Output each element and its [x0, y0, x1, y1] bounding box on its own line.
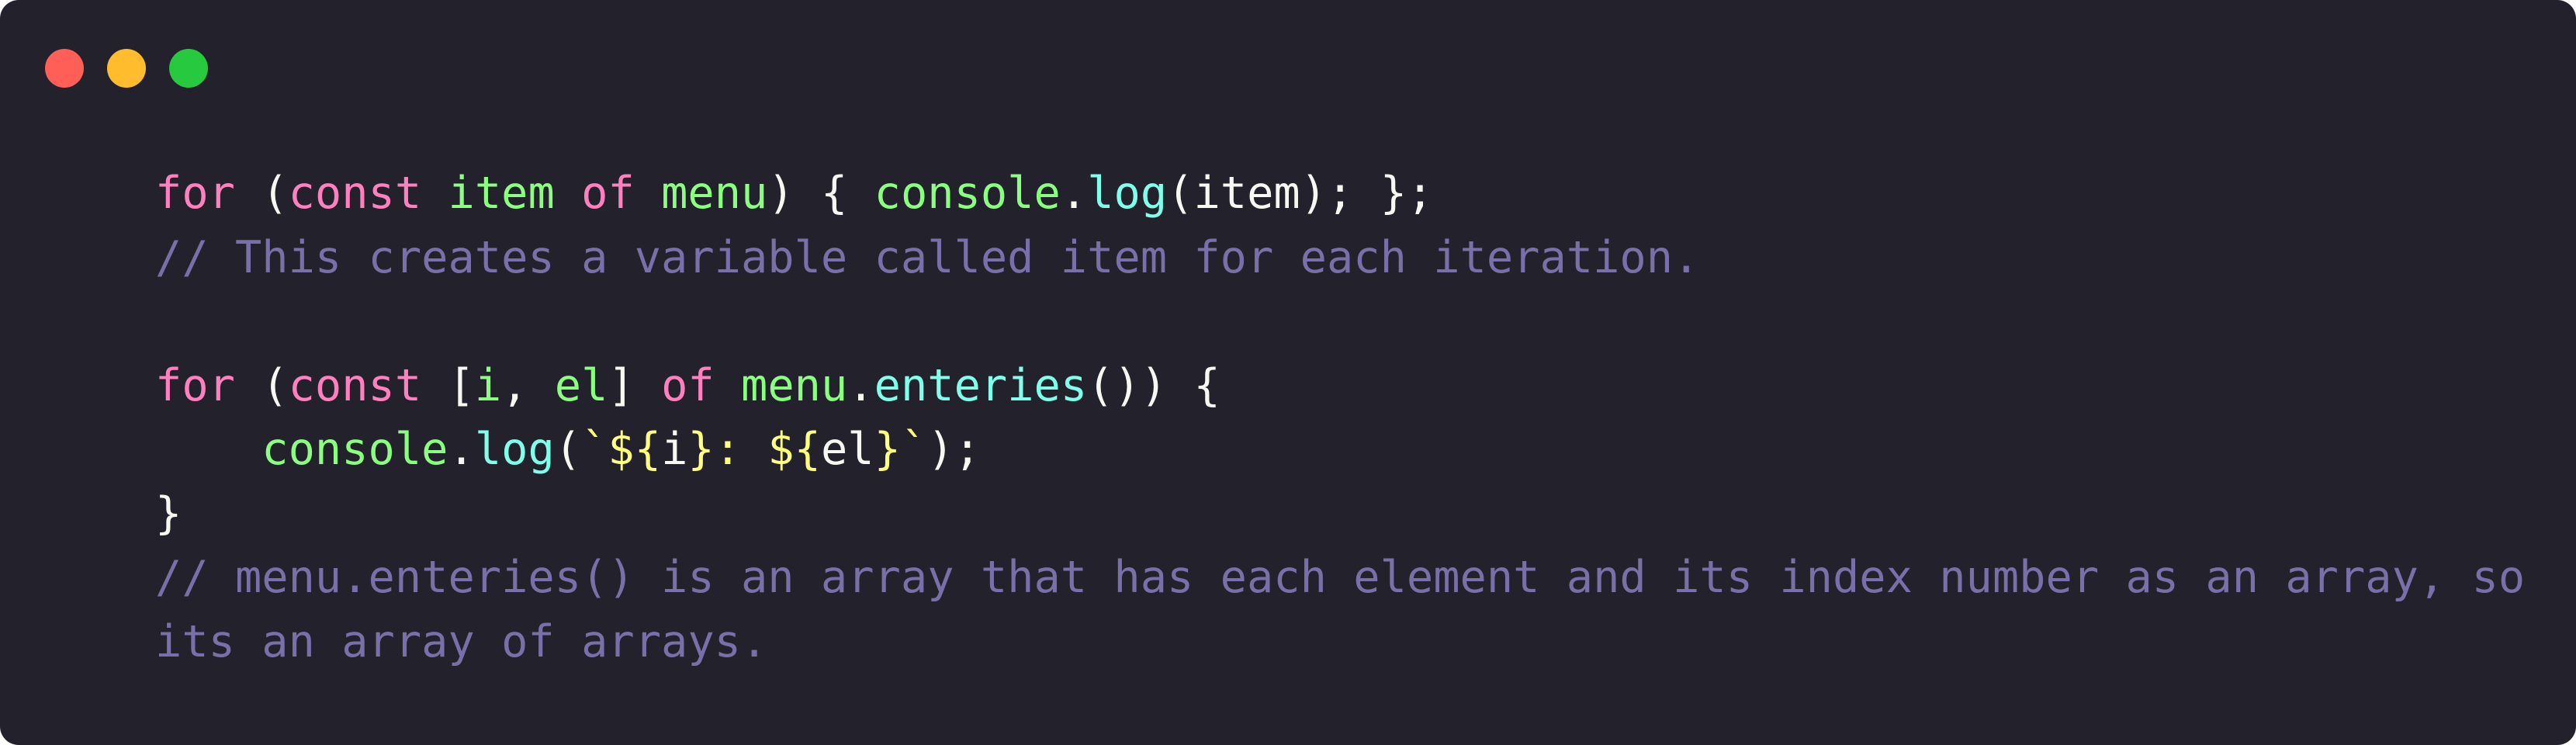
- code-token: ()) {: [1087, 359, 1220, 411]
- code-token: .: [448, 424, 475, 475]
- code-token: console: [261, 424, 448, 475]
- code-token: }`: [874, 424, 928, 475]
- code-line: its an array of arrays.: [155, 610, 2529, 674]
- code-line: // This creates a variable called item f…: [155, 226, 2529, 290]
- code-line: }: [155, 482, 2529, 546]
- code-token: .: [847, 359, 874, 411]
- code-line: for (const [i, el] of menu.enteries()) {: [155, 354, 2529, 418]
- code-token: i: [661, 424, 688, 475]
- code-token: console: [874, 168, 1061, 219]
- code-token: el: [820, 424, 874, 475]
- code-token: of: [581, 168, 635, 219]
- code-token: menu: [741, 359, 848, 411]
- code-line: for (const item of menu) { console.log(i…: [155, 161, 2529, 226]
- code-token: }: [155, 487, 182, 539]
- code-token: i: [474, 359, 502, 411]
- code-token: ,: [501, 359, 555, 411]
- code-token: );: [927, 424, 981, 475]
- code-token: of: [661, 359, 715, 411]
- code-comment: // This creates a variable called item f…: [155, 231, 1700, 283]
- window-titlebar: [0, 0, 2576, 109]
- code-block: for (const item of menu) { console.log(i…: [155, 161, 2529, 674]
- code-line: console.log(`${i}: ${el}`);: [155, 418, 2529, 482]
- code-comment: // menu.enteries() is an array that has …: [155, 552, 2526, 603]
- close-window-button[interactable]: [45, 49, 84, 88]
- code-comment: its an array of arrays.: [155, 615, 768, 667]
- code-token: (item); };: [1167, 168, 1434, 219]
- code-token: item: [448, 168, 555, 219]
- code-window: for (const item of menu) { console.log(i…: [0, 0, 2576, 745]
- code-token: (: [234, 168, 289, 219]
- code-token: const: [288, 359, 422, 411]
- code-token: [: [421, 359, 475, 411]
- code-line: // menu.enteries() is an array that has …: [155, 546, 2529, 610]
- code-token: log: [1087, 168, 1168, 219]
- code-token: for: [155, 168, 235, 219]
- code-token: ]: [608, 359, 662, 411]
- code-token: (: [234, 359, 289, 411]
- code-token: const: [288, 168, 422, 219]
- code-token: enteries: [874, 359, 1088, 411]
- code-token: el: [554, 359, 608, 411]
- code-token: }: ${: [687, 424, 821, 475]
- code-token: `${: [581, 424, 662, 475]
- code-token: .: [1060, 168, 1088, 219]
- code-token: for: [155, 359, 235, 411]
- code-token: (: [554, 424, 582, 475]
- code-token: log: [474, 424, 555, 475]
- maximize-window-button[interactable]: [169, 49, 208, 88]
- code-token: menu: [661, 168, 768, 219]
- minimize-window-button[interactable]: [107, 49, 146, 88]
- code-token: ) {: [767, 168, 874, 219]
